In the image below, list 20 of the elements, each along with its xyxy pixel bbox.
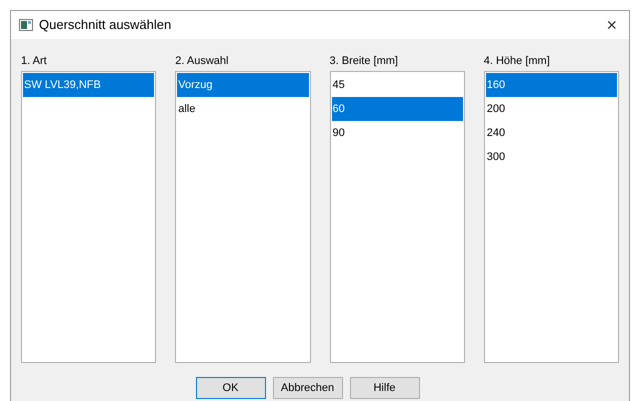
list-item[interactable]: 60 bbox=[332, 97, 463, 121]
list-label: 4. Höhe [mm] bbox=[484, 54, 551, 69]
list-item[interactable]: Vorzug bbox=[177, 73, 308, 97]
list-item[interactable]: 200 bbox=[486, 97, 617, 121]
list-item[interactable]: 160 bbox=[486, 73, 617, 97]
dialog-button[interactable]: Abbrechen bbox=[272, 377, 342, 399]
list-item[interactable]: 240 bbox=[486, 121, 617, 145]
list-item[interactable]: 90 bbox=[332, 121, 463, 145]
list-label: 3. Breite [mm] bbox=[330, 54, 399, 69]
dialog-button[interactable]: OK bbox=[196, 377, 266, 399]
list-label: 2. Auswahl bbox=[175, 54, 230, 69]
list-item[interactable]: alle bbox=[177, 97, 308, 121]
dialog-button[interactable]: Hilfe bbox=[350, 377, 420, 399]
list-item[interactable]: 45 bbox=[332, 73, 463, 97]
close-button[interactable]: × bbox=[602, 16, 621, 34]
list-item[interactable]: SW LVL39,NFB bbox=[23, 73, 154, 97]
list-label: 1. Art bbox=[21, 54, 48, 69]
window-icon bbox=[19, 19, 33, 31]
window-title: Querschnitt auswählen bbox=[39, 16, 172, 34]
list-item[interactable]: 300 bbox=[486, 145, 617, 169]
